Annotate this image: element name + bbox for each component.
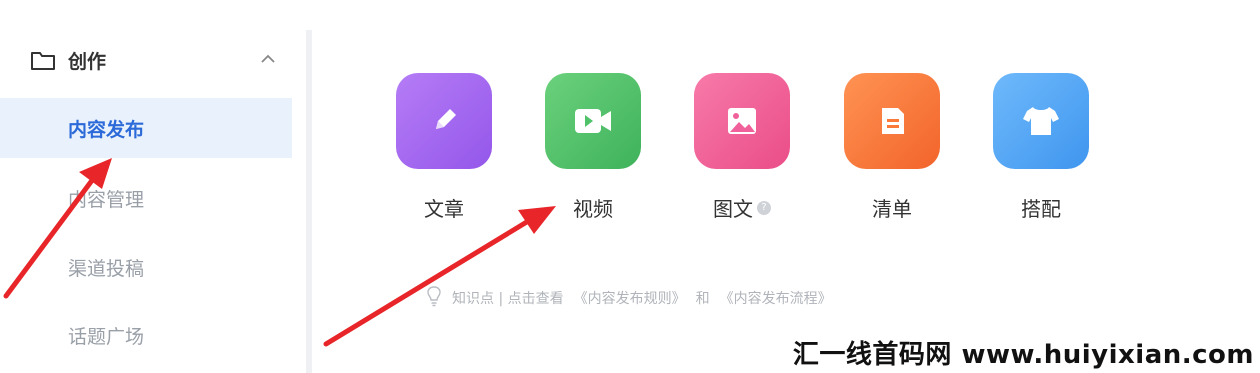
annotation-arrow-video: [323, 206, 556, 347]
watermark: 汇一线首码网 www.huiyixian.com: [792, 340, 1254, 370]
annotation-arrows: [3, 158, 556, 347]
annotation-arrow-sidebar: [3, 158, 112, 299]
